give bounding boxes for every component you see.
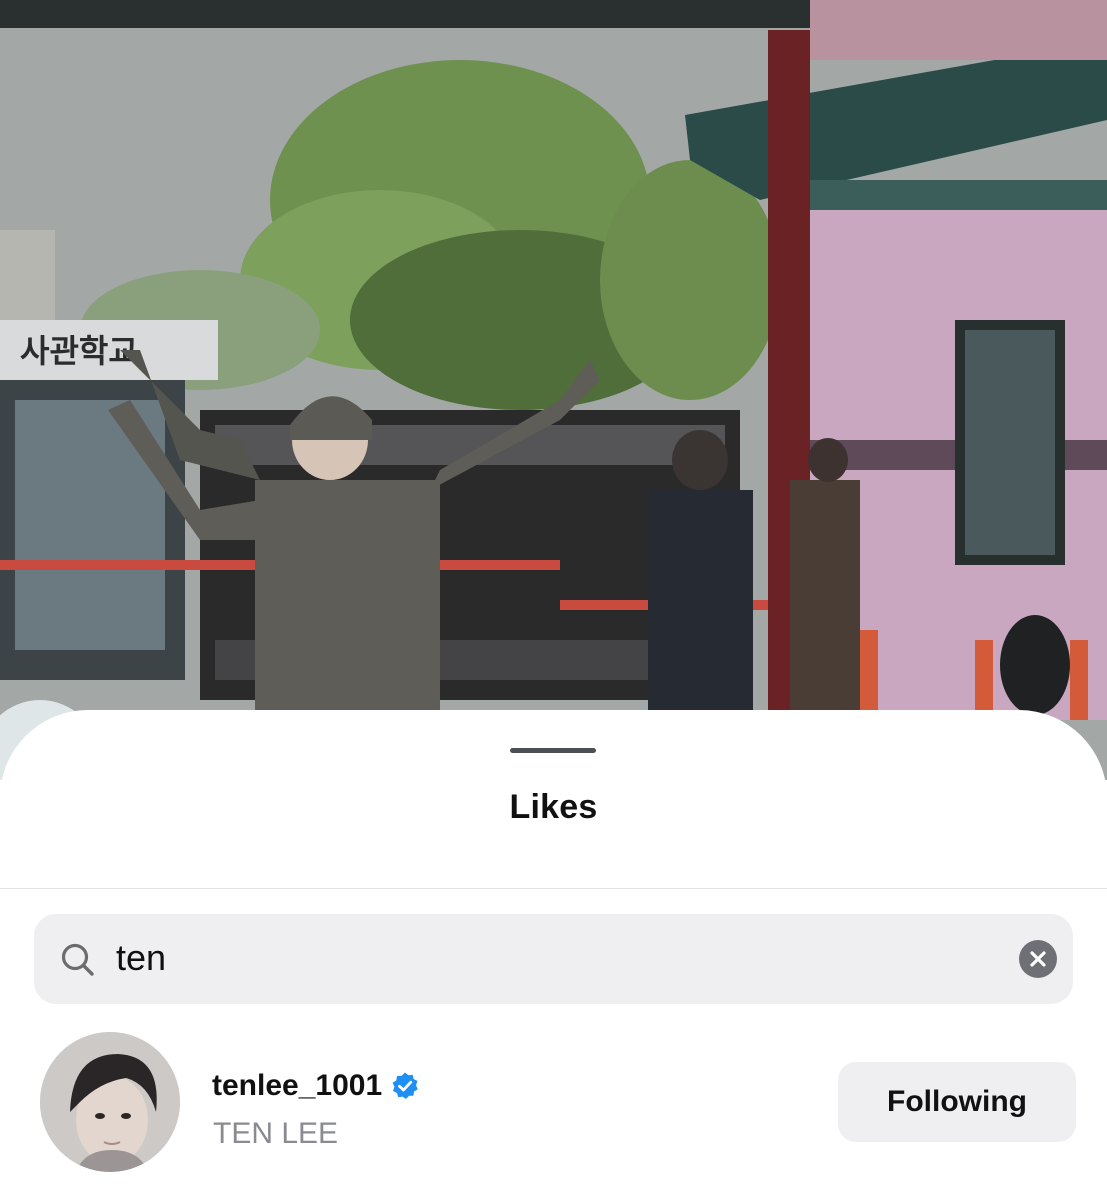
search-icon [61, 943, 94, 976]
avatar[interactable] [40, 1032, 180, 1172]
sheet-divider [0, 888, 1107, 889]
sheet-grabber-handle[interactable] [510, 748, 596, 753]
background-sign-text: 사관학교 [20, 332, 138, 370]
sheet-title: Likes [509, 788, 598, 826]
search-bar[interactable]: ten [34, 914, 1073, 1004]
clear-icon [1030, 951, 1046, 967]
username[interactable]: tenlee_1001 [212, 1068, 382, 1104]
search-input[interactable]: ten [116, 936, 166, 980]
full-name: TEN LEE [213, 1117, 339, 1150]
username-row: tenlee_1001 [212, 1068, 420, 1104]
background-scene: 사관학교 [0, 0, 1107, 780]
likes-screen: 사관학교 Likes ten tenlee_1001 TEN LEE Follo… [0, 0, 1107, 1200]
user-list-item[interactable]: tenlee_1001 TEN LEE Following [0, 1028, 1107, 1178]
avatar-image [40, 1032, 180, 1172]
following-button[interactable]: Following [838, 1062, 1076, 1142]
verified-badge-icon [392, 1072, 418, 1099]
clear-search-button[interactable] [1019, 940, 1057, 978]
likes-bottom-sheet: Likes ten tenlee_1001 TEN LEE Following [0, 710, 1107, 1200]
background-photo: 사관학교 [0, 0, 1107, 780]
